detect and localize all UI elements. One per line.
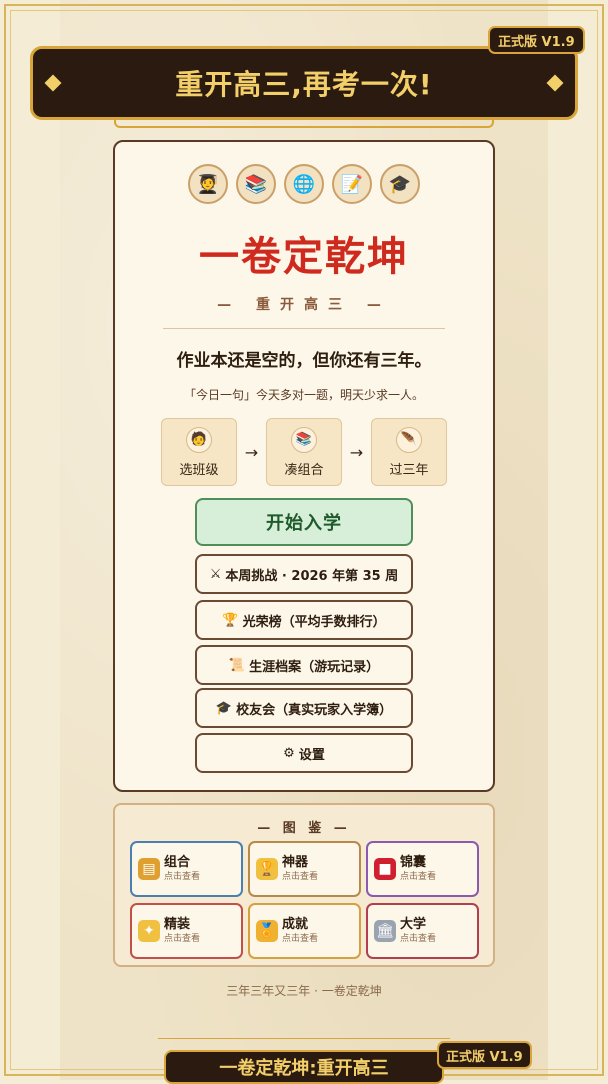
daily-quote: 「今日一句」今天多对一题，明天少求一人。 [183,388,424,402]
version-badge: 正式版 V1.9 [488,26,585,54]
menu-label: 校友会（真实玩家入学簿） [236,702,393,718]
trophy-icon: 🏆 [256,858,278,880]
title-banner: 重开高三,再考一次! [30,46,578,120]
career-archive-button[interactable]: 📜 生涯档案（游玩记录） [195,645,413,685]
arrow-right-icon: → [349,442,364,462]
student-icon: 🧑‍🎓 [188,164,228,204]
codex-item-universities[interactable]: 🏛 大学点击查看 [366,903,479,959]
globe-icon: 🌐 [284,164,324,204]
step-label: 选班级 [179,462,219,478]
alumni-button[interactable]: 🎓 校友会（真实玩家入学簿） [195,688,413,728]
diamond-left-icon [44,74,62,92]
divider [163,328,445,329]
step-combine: 📚 凑组合 [266,418,342,486]
paper-icon: 📝 [332,164,372,204]
page-title: 重开高三,再考一次! [175,68,433,101]
bottom-version-badge: 正式版 V1.9 [437,1041,532,1069]
swords-icon: ⚔ [209,566,222,582]
university-icon: 🏛 [374,920,396,942]
leaderboard-button[interactable]: 🏆 光荣榜（平均手数排行） [195,600,413,640]
codex-item-name: 神器 [282,855,309,870]
start-button[interactable]: 开始入学 [195,498,413,546]
codex-item-name: 组合 [164,855,191,870]
codex-title: — 图 鉴 — [257,821,351,836]
menu-label: 设置 [298,747,325,763]
codex-item-hint: 点击查看 [164,934,201,944]
codex-item-name: 锦囊 [400,855,427,870]
bottom-banner: 一卷定乾坤:重开高三 [164,1050,444,1084]
step-choose-class: 🧑 选班级 [161,418,237,486]
person-icon: 🧑 [186,426,212,453]
game-title: 一卷定乾坤 [199,234,409,280]
codex-item-artifacts[interactable]: 🏆 神器点击查看 [248,841,361,897]
steps-flow: 🧑 选班级 → 📚 凑组合 → 🪶 过三年 [161,418,447,486]
codex-item-hint: 点击查看 [400,872,437,882]
codex-item-hint: 点击查看 [164,872,201,882]
codex-item-deluxe[interactable]: ✦ 精装点击查看 [130,903,243,959]
weekly-challenge-button[interactable]: ⚔ 本周挑战 · 2026 年第 35 周 [195,554,413,594]
codex-item-pouches[interactable]: ■ 锦囊点击查看 [366,841,479,897]
menu-label: 本周挑战 · 2026 年第 35 周 [225,568,399,584]
step-three-years: 🪶 过三年 [371,418,447,486]
medal-icon: 🏅 [256,920,278,942]
gear-icon: ⚙ [283,745,295,761]
menu-label: 光荣榜（平均手数排行） [242,614,386,630]
game-subtitle: — 重开高三 — [217,297,391,313]
step-label: 过三年 [389,462,429,478]
footer-slogan: 三年三年又三年 · 一卷定乾坤 [226,984,382,998]
arrow-right-icon: → [244,442,259,462]
cap-icon: 🎓 [215,700,233,716]
sparkle-icon: ✦ [138,920,160,942]
diamond-right-icon [546,74,564,92]
codex-item-name: 大学 [400,917,427,932]
quill-icon: 🪶 [396,426,422,453]
menu-label: 生涯档案（游玩记录） [249,659,380,675]
codex-item-hint: 点击查看 [400,934,437,944]
codex-item-name: 精装 [164,917,191,932]
codex-item-achievements[interactable]: 🏅 成就点击查看 [248,903,361,959]
trophy-icon: 🏆 [222,612,239,628]
tagline: 作业本还是空的，但你还有三年。 [176,351,432,371]
scroll-icon: 📜 [228,657,246,673]
books-icon: 📚 [291,426,317,453]
codex-item-name: 成就 [282,917,309,932]
graduate-icon: 🎓 [380,164,420,204]
bottom-rule [158,1038,450,1039]
avatar-row: 🧑‍🎓 📚 🌐 📝 🎓 [115,164,493,204]
codex-card: — 图 鉴 — ▤ 组合 点击查看 🏆 神器 点击查看 ■ 锦囊 点击查看 ✦ 精装点… [113,803,495,967]
main-card: 🧑‍🎓 📚 🌐 📝 🎓 一卷定乾坤 — 重开高三 — 作业本还是空的，但你还有三… [113,140,495,792]
pouch-icon: ■ [374,858,396,880]
books-icon: 📚 [236,164,276,204]
codex-item-hint: 点击查看 [282,934,319,944]
codex-item-hint: 点击查看 [282,872,319,882]
step-label: 凑组合 [284,462,324,478]
codex-item-combos[interactable]: ▤ 组合点击查看 [130,841,243,897]
codex-grid: ▤ 组合 点击查看 🏆 神器 点击查看 ■ 锦囊 点击查看 ✦ 精装 点击查看 🏅 成就… [130,841,479,959]
notebook-icon: ▤ [138,858,160,880]
settings-button[interactable]: ⚙ 设置 [195,733,413,773]
